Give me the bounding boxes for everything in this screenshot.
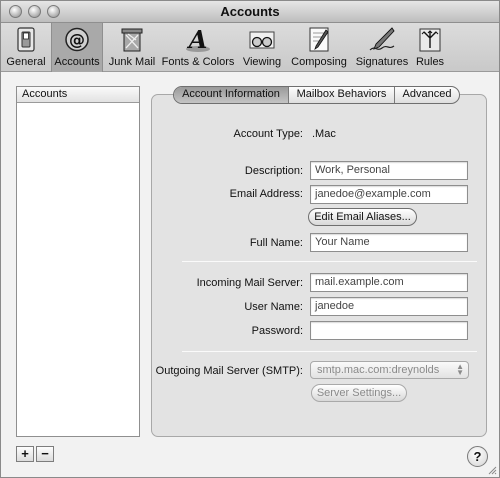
- account-type-label: Account Type:: [233, 128, 303, 140]
- tab-account-information[interactable]: Account Information: [174, 87, 289, 103]
- font-a-icon: A: [186, 26, 210, 53]
- toolbar-label-rules: Rules: [415, 56, 445, 68]
- toolbar-general[interactable]: General: [3, 23, 49, 72]
- toolbar-rules[interactable]: Rules: [413, 23, 447, 72]
- toolbar-label-accounts: Accounts: [54, 56, 100, 68]
- toolbar-junk-mail[interactable]: Junk Mail: [105, 23, 159, 72]
- window-title: Accounts: [220, 4, 280, 19]
- account-tabs: Account Information Mailbox Behaviors Ad…: [173, 86, 460, 104]
- rules-arrows-icon: [419, 28, 441, 52]
- title-bar[interactable]: Accounts: [1, 1, 499, 23]
- accounts-list[interactable]: Accounts: [16, 86, 140, 437]
- incoming-server-label: Incoming Mail Server:: [196, 277, 303, 289]
- user-name-label: User Name:: [244, 301, 303, 313]
- incoming-server-field[interactable]: mail.example.com: [310, 273, 468, 292]
- email-address-label: Email Address:: [229, 188, 303, 200]
- preferences-toolbar: General @ Accounts Junk Mail A Fonts & C…: [1, 23, 499, 72]
- toolbar-label-composing: Composing: [291, 56, 347, 68]
- glasses-icon: [249, 31, 275, 49]
- smtp-server-value: smtp.mac.com:dreynolds: [317, 364, 440, 376]
- separator-2: [182, 351, 477, 352]
- fountain-pen-icon: [369, 27, 395, 51]
- pen-paper-icon: [309, 27, 329, 52]
- toolbar-accounts[interactable]: @ Accounts: [51, 23, 103, 72]
- toolbar-label-junk-mail: Junk Mail: [108, 56, 156, 68]
- toolbar-label-fonts-colors: Fonts & Colors: [161, 56, 235, 68]
- toolbar-viewing[interactable]: Viewing: [238, 23, 286, 72]
- tab-advanced[interactable]: Advanced: [395, 87, 459, 103]
- user-name-field[interactable]: janedoe: [310, 297, 468, 316]
- toolbar-label-general: General: [6, 56, 46, 68]
- toolbar-label-viewing: Viewing: [242, 56, 282, 68]
- full-name-field[interactable]: Your Name: [310, 233, 468, 252]
- svg-text:A: A: [187, 26, 208, 53]
- toolbar-fonts-colors[interactable]: A Fonts & Colors: [160, 23, 236, 72]
- toolbar-label-signatures: Signatures: [355, 56, 409, 68]
- help-button[interactable]: ?: [467, 446, 488, 467]
- description-field[interactable]: Work, Personal: [310, 161, 468, 180]
- server-settings-button[interactable]: Server Settings...: [311, 384, 407, 402]
- add-account-button[interactable]: +: [16, 446, 34, 462]
- separator-1: [182, 261, 477, 262]
- edit-email-aliases-button[interactable]: Edit Email Aliases...: [308, 208, 417, 226]
- smtp-label: Outgoing Mail Server (SMTP):: [155, 365, 303, 377]
- popup-arrows-icon: ▲ ▼: [456, 362, 464, 377]
- password-label: Password:: [251, 325, 303, 337]
- at-sign-icon: @: [65, 27, 89, 52]
- toolbar-signatures[interactable]: Signatures: [352, 23, 412, 72]
- full-name-label: Full Name:: [249, 237, 303, 249]
- remove-account-button[interactable]: −: [36, 446, 54, 462]
- account-type-value: .Mac: [312, 128, 336, 140]
- toolbar-composing[interactable]: Composing: [288, 23, 350, 72]
- accounts-window: Accounts General @ Accounts Junk Mail A …: [0, 0, 500, 478]
- accounts-list-header[interactable]: Accounts: [17, 87, 139, 103]
- resize-grip-icon[interactable]: [487, 465, 497, 475]
- svg-text:@: @: [69, 30, 85, 49]
- trash-can-icon: [121, 28, 143, 52]
- description-label: Description:: [244, 165, 303, 177]
- email-address-field[interactable]: janedoe@example.com: [310, 185, 468, 204]
- password-field[interactable]: [310, 321, 468, 340]
- switch-icon: [17, 27, 35, 52]
- tab-mailbox-behaviors[interactable]: Mailbox Behaviors: [289, 87, 395, 103]
- smtp-server-popup[interactable]: smtp.mac.com:dreynolds ▲ ▼: [310, 361, 469, 379]
